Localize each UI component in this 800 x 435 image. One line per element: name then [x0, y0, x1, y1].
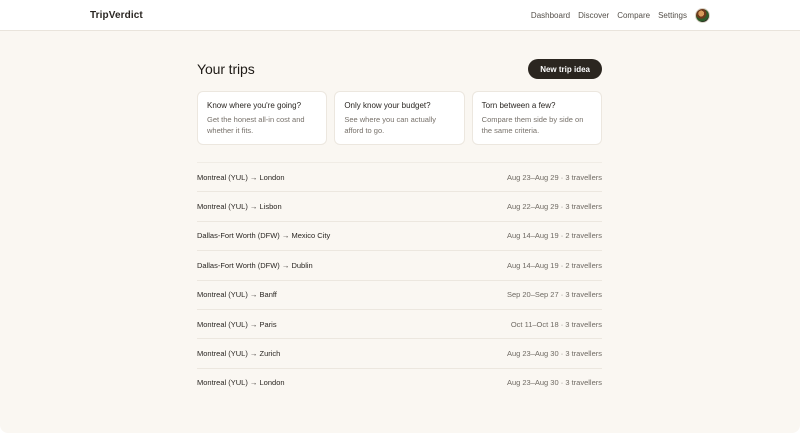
card-title: Only know your budget? — [344, 101, 431, 110]
trip-route: Montreal (YUL) → London — [197, 378, 285, 388]
trip-route: Montreal (YUL) → Paris — [197, 319, 277, 329]
user-avatar[interactable] — [695, 7, 710, 23]
trip-route: Montreal (YUL) → London — [197, 172, 285, 182]
page-title: Your trips — [197, 61, 255, 77]
card-description: Compare them side by side on the same cr… — [481, 115, 584, 135]
nav-compare[interactable]: Compare — [617, 11, 650, 20]
trip-meta: Aug 14–Aug 19 · 2 travellers — [506, 231, 602, 241]
card-title: Torn between a few? — [481, 101, 556, 110]
trip-row[interactable]: Montreal (YUL) → Lisbon Aug 22–Aug 29 · … — [197, 191, 602, 220]
main-nav: Dashboard Discover Compare Settings — [531, 7, 710, 23]
trip-list: Montreal (YUL) → London Aug 23–Aug 29 · … — [197, 162, 602, 397]
card-description: Get the honest all-in cost and whether i… — [207, 115, 305, 135]
card-know-budget[interactable]: Only know your budget? See where you can… — [334, 91, 465, 145]
new-trip-idea-button[interactable]: New trip idea — [528, 59, 602, 79]
nav-discover[interactable]: Discover — [578, 11, 609, 20]
main-content: Your trips New trip idea Know where you'… — [197, 31, 602, 397]
brand-logo[interactable]: TripVerdict — [90, 10, 143, 21]
trip-meta: Aug 14–Aug 19 · 2 travellers — [506, 260, 602, 270]
card-description: See where you can actually afford to go. — [344, 115, 437, 135]
trip-meta: Aug 22–Aug 29 · 3 travellers — [506, 202, 602, 212]
app-window: TripVerdict Dashboard Discover Compare S… — [0, 0, 800, 433]
trip-row[interactable]: Montreal (YUL) → London Aug 23–Aug 29 · … — [197, 162, 602, 191]
card-title: Know where you're going? — [207, 101, 302, 110]
trip-mode-cards: Know where you're going? Get the honest … — [197, 91, 602, 145]
trip-route: Montreal (YUL) → Banff — [197, 290, 277, 300]
trip-meta: Oct 11–Oct 18 · 3 travellers — [510, 319, 602, 329]
nav-settings[interactable]: Settings — [658, 11, 687, 20]
trip-row[interactable]: Montreal (YUL) → London Aug 23–Aug 30 · … — [197, 367, 602, 397]
trip-route: Montreal (YUL) → Lisbon — [197, 202, 282, 212]
trip-row[interactable]: Montreal (YUL) → Banff Sep 20–Sep 27 · 3… — [197, 279, 602, 309]
trip-route: Dallas-Fort Worth (DFW) → Dublin — [197, 260, 313, 270]
trip-meta: Aug 23–Aug 29 · 3 travellers — [506, 172, 602, 182]
trip-route: Montreal (YUL) → Zurich — [197, 349, 281, 359]
top-bar: TripVerdict Dashboard Discover Compare S… — [0, 0, 800, 31]
trip-meta: Aug 23–Aug 30 · 3 travellers — [506, 378, 602, 388]
card-compare-options[interactable]: Torn between a few? Compare them side by… — [471, 91, 602, 145]
nav-dashboard[interactable]: Dashboard — [531, 11, 570, 20]
trip-row[interactable]: Dallas-Fort Worth (DFW) → Mexico City Au… — [197, 220, 602, 250]
trip-meta: Sep 20–Sep 27 · 3 travellers — [506, 290, 602, 300]
trip-row[interactable]: Montreal (YUL) → Paris Oct 11–Oct 18 · 3… — [197, 308, 602, 338]
trip-row[interactable]: Montreal (YUL) → Zurich Aug 23–Aug 30 · … — [197, 338, 602, 367]
trip-meta: Aug 23–Aug 30 · 3 travellers — [506, 349, 602, 359]
trip-route: Dallas-Fort Worth (DFW) → Mexico City — [197, 231, 331, 241]
card-know-destination[interactable]: Know where you're going? Get the honest … — [197, 91, 328, 145]
trip-row[interactable]: Dallas-Fort Worth (DFW) → Dublin Aug 14–… — [197, 250, 602, 279]
